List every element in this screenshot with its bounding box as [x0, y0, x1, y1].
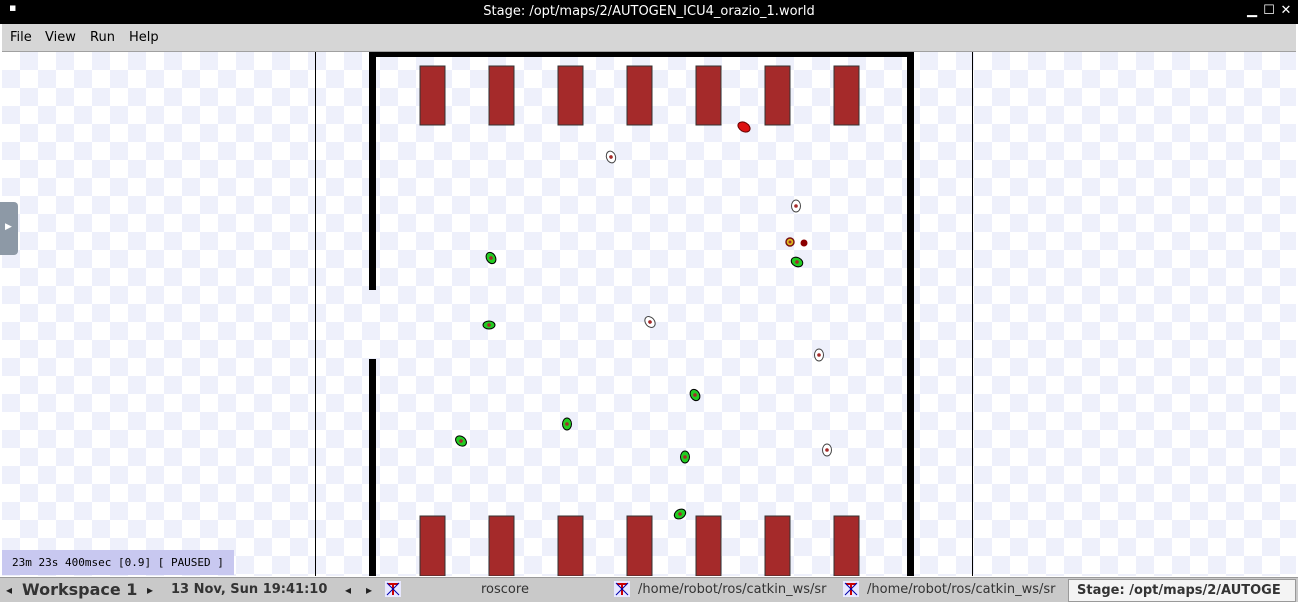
- bed[interactable]: [695, 515, 722, 576]
- task-terminal-2[interactable]: /home/robot/ros/catkin_ws/sr: [840, 579, 1066, 600]
- target-marker[interactable]: [800, 239, 808, 247]
- bed[interactable]: [764, 65, 791, 126]
- task-roscore[interactable]: roscore: [382, 579, 608, 600]
- sim-time-status: 23m 23s 400msec [0.9] [ PAUSED ]: [12, 556, 224, 569]
- bed[interactable]: [833, 515, 860, 576]
- menubar: File View Run Help: [2, 24, 1296, 52]
- bed[interactable]: [557, 515, 584, 576]
- menu-run[interactable]: Run: [90, 30, 115, 45]
- wall-left-upper: [369, 52, 376, 290]
- minimize-icon[interactable]: ▁: [1246, 4, 1258, 18]
- wall-top: [369, 52, 914, 57]
- menu-view[interactable]: View: [45, 30, 76, 45]
- wall-right: [907, 52, 914, 576]
- bed[interactable]: [488, 515, 515, 576]
- workspace-next-icon[interactable]: ▸: [147, 583, 153, 597]
- menu-file[interactable]: File: [10, 30, 32, 45]
- bed[interactable]: [419, 65, 446, 126]
- bed[interactable]: [626, 65, 653, 126]
- status-bar: 23m 23s 400msec [0.9] [ PAUSED ]: [2, 550, 234, 575]
- robot-yellow[interactable]: [785, 237, 795, 247]
- robot-green[interactable]: [562, 417, 572, 431]
- task-stage-active[interactable]: Stage: /opt/maps/2/AUTOGE: [1068, 579, 1296, 602]
- wall-left-lower: [369, 359, 376, 576]
- expand-arrow-icon: ▶: [5, 222, 12, 232]
- bed[interactable]: [557, 65, 584, 126]
- clock: 13 Nov, Sun 19:41:10: [171, 582, 328, 597]
- task-label: roscore: [481, 582, 529, 597]
- taskbar: ◂ Workspace 1 ▸ 13 Nov, Sun 19:41:10 ◂ ▸…: [0, 577, 1298, 602]
- task-label: /home/robot/ros/catkin_ws/sr: [638, 582, 827, 597]
- bed[interactable]: [488, 65, 515, 126]
- terminal-icon: [385, 581, 401, 597]
- workspace-prev-icon[interactable]: ◂: [6, 583, 12, 597]
- task-prev-icon[interactable]: ◂: [345, 583, 351, 597]
- robot-white[interactable]: [791, 199, 801, 213]
- bed[interactable]: [764, 515, 791, 576]
- world-canvas[interactable]: [2, 52, 1296, 576]
- task-next-icon[interactable]: ▸: [366, 583, 372, 597]
- terminal-icon: [614, 581, 630, 597]
- terminal-icon: [843, 581, 859, 597]
- robot-white[interactable]: [822, 443, 832, 457]
- side-panel-handle[interactable]: ▶: [0, 202, 18, 255]
- bed[interactable]: [626, 515, 653, 576]
- robot-white[interactable]: [814, 348, 824, 362]
- task-label: Stage: /opt/maps/2/AUTOGE: [1077, 583, 1281, 598]
- robot-green[interactable]: [482, 320, 496, 330]
- bed[interactable]: [833, 65, 860, 126]
- window-titlebar[interactable]: ▪ Stage: /opt/maps/2/AUTOGEN_ICU4_orazio…: [0, 0, 1298, 24]
- menu-help[interactable]: Help: [129, 30, 159, 45]
- maximize-icon[interactable]: ☐: [1263, 4, 1275, 18]
- bed[interactable]: [695, 65, 722, 126]
- world-map: [315, 52, 973, 576]
- window-title: Stage: /opt/maps/2/AUTOGEN_ICU4_orazio_1…: [483, 4, 815, 19]
- close-icon[interactable]: ✕: [1280, 4, 1292, 18]
- workspace-label[interactable]: Workspace 1: [22, 580, 137, 599]
- task-terminal-1[interactable]: /home/robot/ros/catkin_ws/sr: [611, 579, 837, 600]
- task-label: /home/robot/ros/catkin_ws/sr: [867, 582, 1056, 597]
- bed[interactable]: [419, 515, 446, 576]
- robot-green[interactable]: [680, 450, 690, 464]
